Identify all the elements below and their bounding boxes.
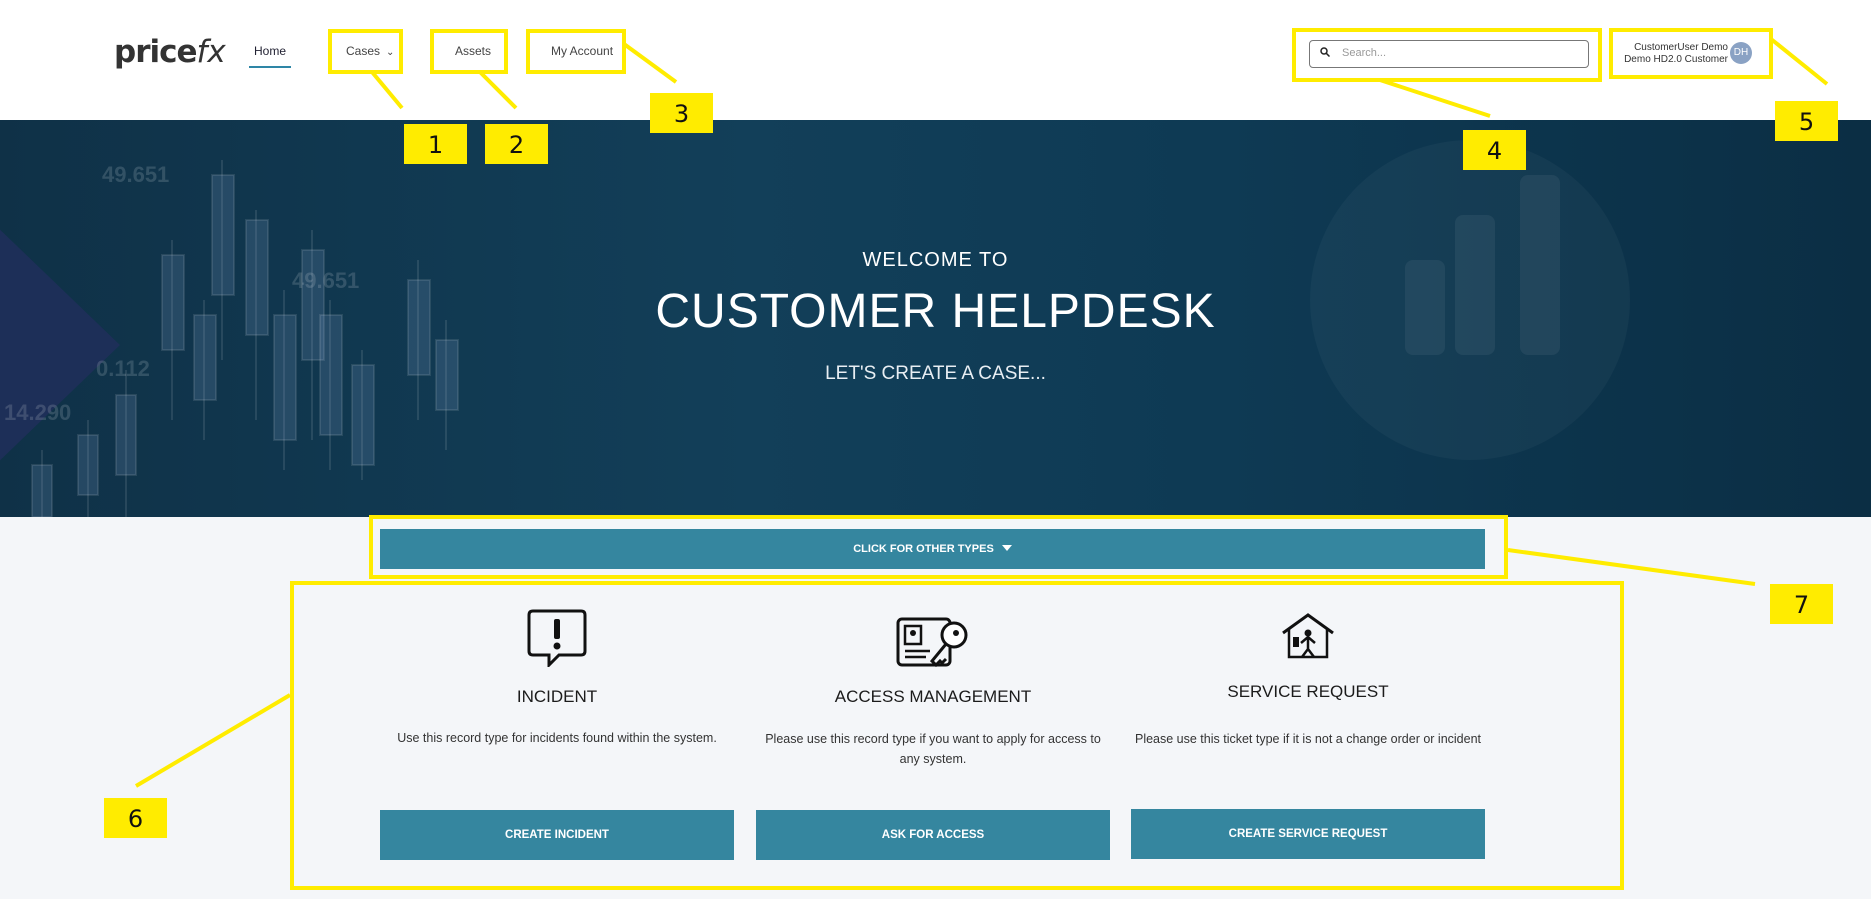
annotation-label-5: 5 <box>1775 101 1838 141</box>
annotation-label-3: 3 <box>650 93 713 133</box>
annotation-label-2: 2 <box>485 124 548 164</box>
annotation-label-6: 6 <box>104 798 167 838</box>
annotation-label-1: 1 <box>404 124 467 164</box>
annotation-pointer-lines <box>134 37 1829 788</box>
annotation-label-7: 7 <box>1770 584 1833 624</box>
annotation-label-4: 4 <box>1463 130 1526 170</box>
